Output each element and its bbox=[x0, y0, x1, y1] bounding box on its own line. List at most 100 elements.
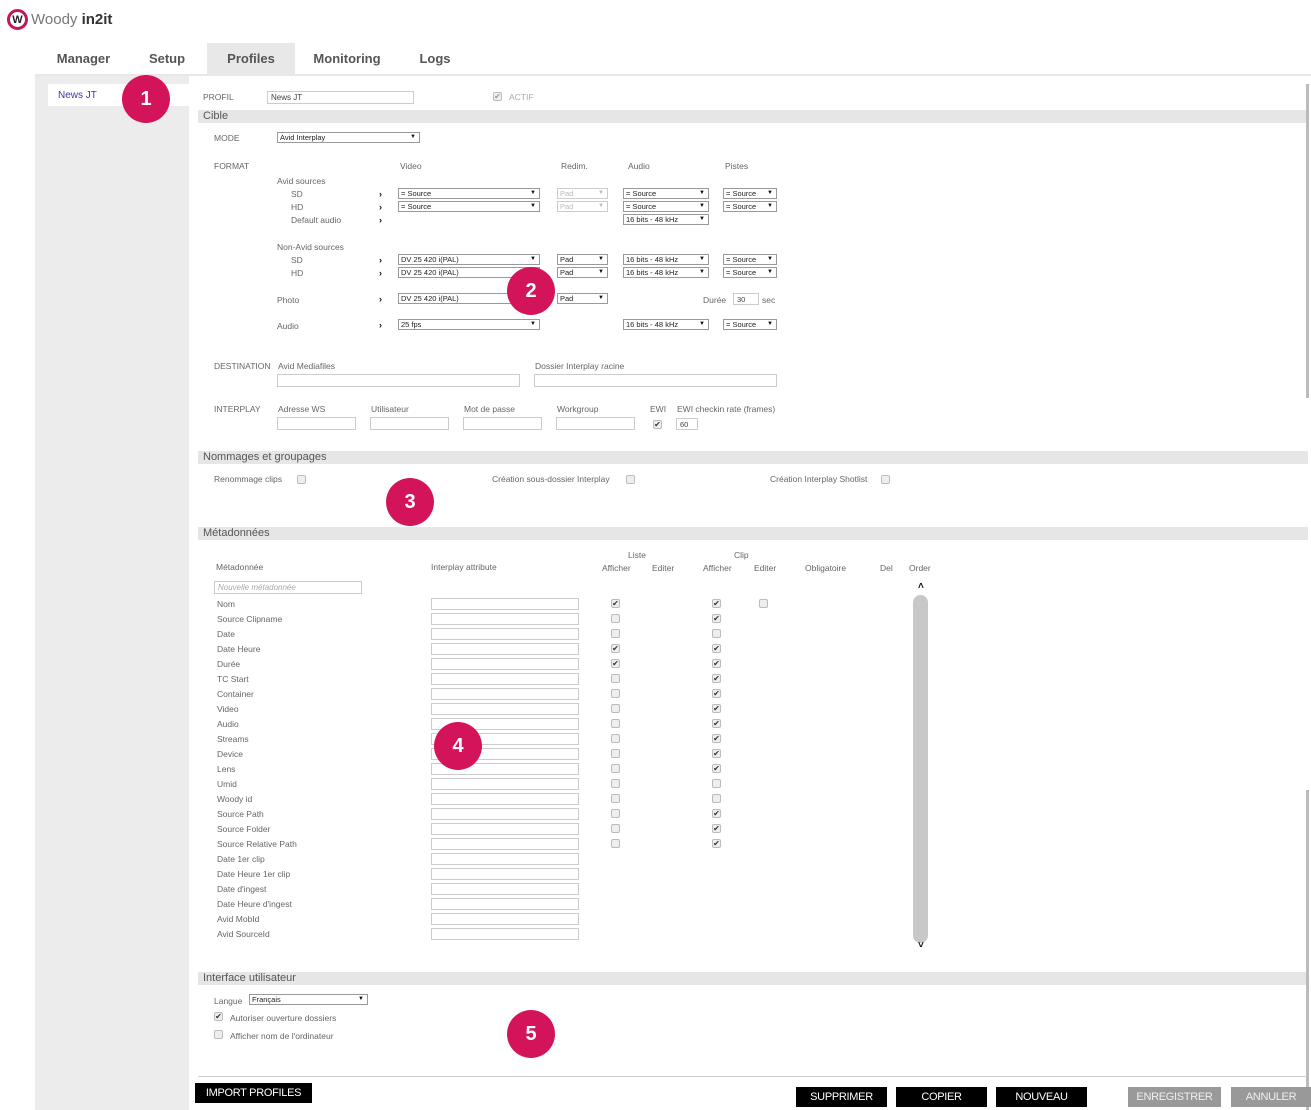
liste-afficher-checkbox[interactable]: ✔ bbox=[611, 599, 620, 608]
clip-afficher-checkbox[interactable]: ✔ bbox=[712, 734, 721, 743]
clip-afficher-checkbox[interactable] bbox=[712, 794, 721, 803]
interplay-attribute-input[interactable] bbox=[431, 898, 579, 910]
chevron-right-icon[interactable]: › bbox=[379, 320, 382, 330]
clip-afficher-checkbox[interactable] bbox=[712, 779, 721, 788]
interplay-attribute-input[interactable] bbox=[431, 913, 579, 925]
page-scrollbar-top[interactable] bbox=[1306, 84, 1309, 398]
annuler-button[interactable]: ANNULER bbox=[1231, 1087, 1311, 1107]
nouveau-button[interactable]: NOUVEAU bbox=[996, 1087, 1087, 1107]
clip-afficher-checkbox[interactable]: ✔ bbox=[712, 719, 721, 728]
interplay-attribute-input[interactable] bbox=[431, 613, 579, 625]
liste-afficher-checkbox[interactable] bbox=[611, 824, 620, 833]
actif-checkbox[interactable]: ✔ bbox=[493, 92, 502, 101]
liste-afficher-checkbox[interactable] bbox=[611, 704, 620, 713]
page-scrollbar-bottom[interactable] bbox=[1306, 790, 1309, 1110]
chevron-right-icon[interactable]: › bbox=[379, 255, 382, 265]
liste-afficher-checkbox[interactable] bbox=[611, 719, 620, 728]
clip-afficher-checkbox[interactable]: ✔ bbox=[712, 704, 721, 713]
nonavid-hd-redim-select[interactable]: Pad bbox=[557, 267, 608, 278]
clip-afficher-checkbox[interactable]: ✔ bbox=[712, 839, 721, 848]
tab-monitoring[interactable]: Monitoring bbox=[295, 43, 399, 75]
dossier-interplay-input[interactable] bbox=[534, 374, 777, 387]
audio-video-select[interactable]: 25 fps bbox=[398, 319, 540, 330]
profil-name-input[interactable]: News JT bbox=[267, 91, 414, 104]
clip-afficher-checkbox[interactable]: ✔ bbox=[712, 809, 721, 818]
avid-sd-video-select[interactable]: = Source bbox=[398, 188, 540, 199]
liste-afficher-checkbox[interactable] bbox=[611, 614, 620, 623]
clip-afficher-checkbox[interactable]: ✔ bbox=[712, 764, 721, 773]
liste-afficher-checkbox[interactable] bbox=[611, 839, 620, 848]
enregistrer-button[interactable]: ENREGISTRER bbox=[1128, 1087, 1221, 1107]
tab-setup[interactable]: Setup bbox=[132, 43, 202, 75]
avid-sd-pistes-select[interactable]: = Source bbox=[723, 188, 777, 199]
liste-afficher-checkbox[interactable] bbox=[611, 674, 620, 683]
mot-de-passe-input[interactable] bbox=[463, 417, 542, 430]
nonavid-sd-video-select[interactable]: DV 25 420 i(PAL) bbox=[398, 254, 540, 265]
mode-select[interactable]: Avid Interplay bbox=[277, 132, 420, 143]
interplay-attribute-input[interactable] bbox=[431, 703, 579, 715]
clip-editer-checkbox[interactable] bbox=[759, 599, 768, 608]
interplay-attribute-input[interactable] bbox=[431, 688, 579, 700]
liste-afficher-checkbox[interactable] bbox=[611, 809, 620, 818]
copier-button[interactable]: COPIER bbox=[896, 1087, 987, 1107]
interplay-attribute-input[interactable] bbox=[431, 628, 579, 640]
duree-input[interactable]: 30 bbox=[733, 293, 759, 305]
interplay-attribute-input[interactable] bbox=[431, 673, 579, 685]
clip-afficher-checkbox[interactable] bbox=[712, 629, 721, 638]
chevron-right-icon[interactable]: › bbox=[379, 215, 382, 225]
nonavid-hd-audio-select[interactable]: 16 bits - 48 kHz bbox=[623, 267, 709, 278]
afficher-nom-checkbox[interactable] bbox=[214, 1030, 223, 1039]
avid-hd-audio-select[interactable]: = Source bbox=[623, 201, 709, 212]
interplay-attribute-input[interactable] bbox=[431, 793, 579, 805]
chevron-up-icon[interactable]: ˄ bbox=[918, 581, 924, 592]
liste-afficher-checkbox[interactable]: ✔ bbox=[611, 659, 620, 668]
clip-afficher-checkbox[interactable]: ✔ bbox=[712, 824, 721, 833]
tab-logs[interactable]: Logs bbox=[399, 43, 471, 75]
interplay-attribute-input[interactable] bbox=[431, 823, 579, 835]
autoriser-checkbox[interactable]: ✔ bbox=[214, 1012, 223, 1021]
ewi-rate-input[interactable]: 60 bbox=[676, 418, 698, 430]
liste-afficher-checkbox[interactable] bbox=[611, 779, 620, 788]
chevron-right-icon[interactable]: › bbox=[379, 202, 382, 212]
liste-afficher-checkbox[interactable] bbox=[611, 689, 620, 698]
shotlist-checkbox[interactable] bbox=[881, 475, 890, 484]
tab-manager[interactable]: Manager bbox=[35, 43, 132, 75]
interplay-attribute-input[interactable] bbox=[431, 928, 579, 940]
clip-afficher-checkbox[interactable]: ✔ bbox=[712, 614, 721, 623]
interplay-attribute-input[interactable] bbox=[431, 883, 579, 895]
adresse-ws-input[interactable] bbox=[277, 417, 356, 430]
import-profiles-button[interactable]: IMPORT PROFILES bbox=[195, 1083, 312, 1103]
order-scrollbar[interactable] bbox=[913, 595, 928, 943]
langue-select[interactable]: Français bbox=[249, 994, 368, 1005]
nonavid-sd-pistes-select[interactable]: = Source bbox=[723, 254, 777, 265]
nonavid-sd-redim-select[interactable]: Pad bbox=[557, 254, 608, 265]
interplay-attribute-input[interactable] bbox=[431, 778, 579, 790]
default-audio-select[interactable]: 16 bits - 48 kHz bbox=[623, 214, 709, 225]
interplay-attribute-input[interactable] bbox=[431, 658, 579, 670]
nonavid-hd-pistes-select[interactable]: = Source bbox=[723, 267, 777, 278]
clip-afficher-checkbox[interactable]: ✔ bbox=[712, 749, 721, 758]
liste-afficher-checkbox[interactable]: ✔ bbox=[611, 644, 620, 653]
supprimer-button[interactable]: SUPPRIMER bbox=[796, 1087, 887, 1107]
clip-afficher-checkbox[interactable]: ✔ bbox=[712, 659, 721, 668]
chevron-down-icon[interactable]: ˅ bbox=[918, 940, 924, 951]
photo-redim-select[interactable]: Pad bbox=[557, 293, 608, 304]
interplay-attribute-input[interactable] bbox=[431, 853, 579, 865]
clip-afficher-checkbox[interactable]: ✔ bbox=[712, 644, 721, 653]
tab-profiles[interactable]: Profiles bbox=[207, 43, 295, 75]
interplay-attribute-input[interactable] bbox=[431, 838, 579, 850]
liste-afficher-checkbox[interactable] bbox=[611, 749, 620, 758]
chevron-right-icon[interactable]: › bbox=[379, 268, 382, 278]
utilisateur-input[interactable] bbox=[370, 417, 449, 430]
renommage-checkbox[interactable] bbox=[297, 475, 306, 484]
liste-afficher-checkbox[interactable] bbox=[611, 764, 620, 773]
avid-hd-video-select[interactable]: = Source bbox=[398, 201, 540, 212]
nonavid-sd-audio-select[interactable]: 16 bits - 48 kHz bbox=[623, 254, 709, 265]
audio-pistes-select[interactable]: = Source bbox=[723, 319, 777, 330]
chevron-right-icon[interactable]: › bbox=[379, 294, 382, 304]
avid-mediafiles-input[interactable] bbox=[277, 374, 520, 387]
interplay-attribute-input[interactable] bbox=[431, 868, 579, 880]
liste-afficher-checkbox[interactable] bbox=[611, 734, 620, 743]
avid-sd-audio-select[interactable]: = Source bbox=[623, 188, 709, 199]
clip-afficher-checkbox[interactable]: ✔ bbox=[712, 599, 721, 608]
